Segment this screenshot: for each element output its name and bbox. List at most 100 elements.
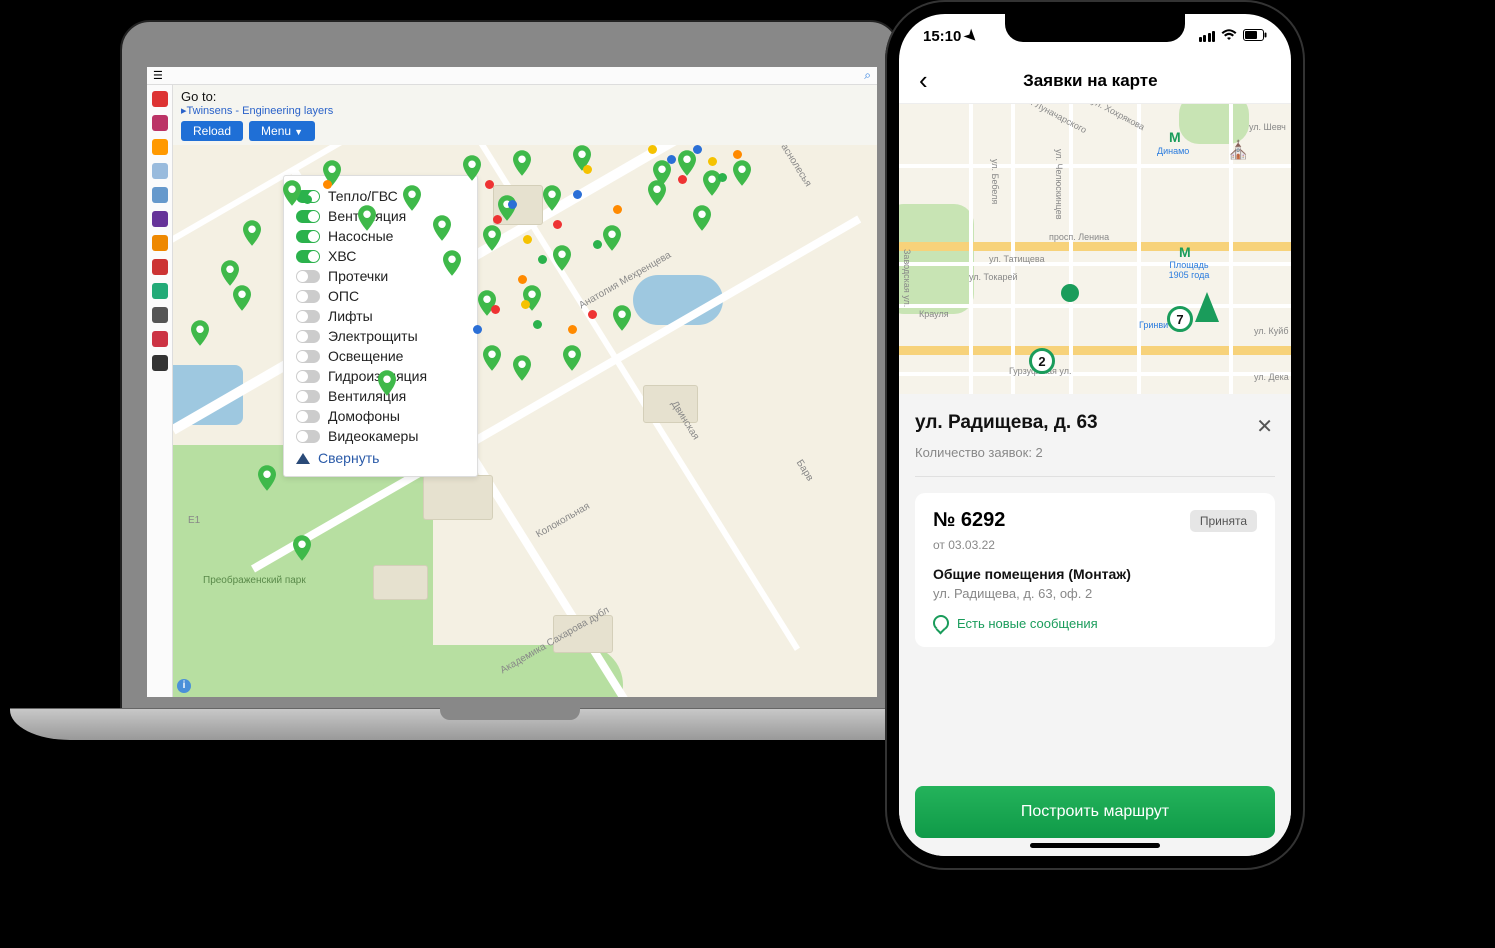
layer-toggle[interactable]: [296, 430, 320, 443]
reload-button[interactable]: Reload: [181, 121, 243, 141]
map-pin[interactable]: [693, 205, 711, 231]
sidebar-icon-0[interactable]: [152, 91, 168, 107]
layer-toggle[interactable]: [296, 210, 320, 223]
layer-row[interactable]: Домофоны: [296, 406, 465, 426]
search-icon[interactable]: ⌕: [864, 68, 871, 83]
breadcrumb[interactable]: ▸Twinsens - Engineering layers: [173, 104, 877, 117]
map-dot[interactable]: [538, 255, 547, 264]
sidebar-icon-2[interactable]: [152, 139, 168, 155]
map-dot[interactable]: [523, 235, 532, 244]
map-dot[interactable]: [553, 220, 562, 229]
map-pin[interactable]: [553, 245, 571, 271]
map-dot[interactable]: [493, 215, 502, 224]
map-dot[interactable]: [323, 180, 332, 189]
map-pin[interactable]: [293, 535, 311, 561]
sidebar-icon-3[interactable]: [152, 163, 168, 179]
layer-toggle[interactable]: [296, 370, 320, 383]
sidebar-icon-1[interactable]: [152, 115, 168, 131]
map-pin[interactable]: [463, 155, 481, 181]
map-dot[interactable]: [678, 175, 687, 184]
map-pin[interactable]: [443, 250, 461, 276]
map-dot[interactable]: [593, 240, 602, 249]
layer-toggle[interactable]: [296, 390, 320, 403]
map-dot[interactable]: [708, 157, 717, 166]
map-pin[interactable]: [378, 370, 396, 396]
map-dot[interactable]: [521, 300, 530, 309]
map-dot[interactable]: [485, 180, 494, 189]
map-pin[interactable]: [433, 215, 451, 241]
map-dot[interactable]: [508, 200, 517, 209]
map-dot[interactable]: [588, 310, 597, 319]
desktop-map[interactable]: Преображенский парк: [173, 145, 877, 697]
map-pin[interactable]: [483, 345, 501, 371]
sidebar-icon-11[interactable]: [152, 355, 168, 371]
map-dot[interactable]: [303, 195, 312, 204]
layer-row[interactable]: Электрощиты: [296, 326, 465, 346]
map-pin[interactable]: [513, 150, 531, 176]
map-dot[interactable]: [693, 145, 702, 154]
layer-toggle[interactable]: [296, 410, 320, 423]
collapse-row[interactable]: Свернуть: [296, 446, 465, 466]
sidebar-icon-5[interactable]: [152, 211, 168, 227]
map-pin[interactable]: [613, 305, 631, 331]
map-dot[interactable]: [573, 190, 582, 199]
layer-toggle[interactable]: [296, 350, 320, 363]
build-route-button[interactable]: Построить маршрут: [915, 786, 1275, 838]
map-pin[interactable]: [678, 150, 696, 176]
sidebar-icon-7[interactable]: [152, 259, 168, 275]
map-dot[interactable]: [491, 305, 500, 314]
map-pin[interactable]: [243, 220, 261, 246]
map-pin[interactable]: [653, 160, 671, 186]
home-indicator[interactable]: [1030, 843, 1160, 848]
map-pin[interactable]: [513, 355, 531, 381]
map-pin[interactable]: [563, 345, 581, 371]
map-dot[interactable]: [667, 155, 676, 164]
layer-toggle[interactable]: [296, 330, 320, 343]
map-pin[interactable]: [403, 185, 421, 211]
map-dot[interactable]: [648, 145, 657, 154]
menu-button[interactable]: Menu▼: [249, 121, 315, 141]
map-dot[interactable]: [473, 325, 482, 334]
layer-row[interactable]: Освещение: [296, 346, 465, 366]
map-cluster[interactable]: 2: [1029, 348, 1055, 374]
layer-toggle[interactable]: [296, 230, 320, 243]
map-pin[interactable]: [191, 320, 209, 346]
map-dot[interactable]: [533, 320, 542, 329]
map-cluster[interactable]: 7: [1167, 306, 1193, 332]
back-icon[interactable]: ‹: [913, 65, 934, 96]
map-pin[interactable]: [283, 180, 301, 206]
map-pin[interactable]: [258, 465, 276, 491]
map-dot[interactable]: [733, 150, 742, 159]
layer-row[interactable]: ОПС: [296, 286, 465, 306]
sidebar-icon-6[interactable]: [152, 235, 168, 251]
map-dot[interactable]: [718, 173, 727, 182]
new-messages-row[interactable]: Есть новые сообщения: [933, 615, 1257, 631]
layer-row[interactable]: Протечки: [296, 266, 465, 286]
layer-row[interactable]: Тепло/ГВС: [296, 186, 465, 206]
map-dot[interactable]: [583, 165, 592, 174]
request-card[interactable]: № 6292 Принята от 03.03.22 Общие помещен…: [915, 493, 1275, 647]
map-dot[interactable]: [613, 205, 622, 214]
layer-toggle[interactable]: [296, 310, 320, 323]
info-icon[interactable]: i: [177, 679, 191, 693]
map-pin[interactable]: [733, 160, 751, 186]
map-pin[interactable]: [358, 205, 376, 231]
map-pin[interactable]: [603, 225, 621, 251]
layer-toggle[interactable]: [296, 270, 320, 283]
map-pin[interactable]: [221, 260, 239, 286]
layer-toggle[interactable]: [296, 290, 320, 303]
layer-row[interactable]: ХВС: [296, 246, 465, 266]
sidebar-icon-9[interactable]: [152, 307, 168, 323]
layer-toggle[interactable]: [296, 250, 320, 263]
map-dot[interactable]: [568, 325, 577, 334]
layer-row[interactable]: Видеокамеры: [296, 426, 465, 446]
map-pin[interactable]: [543, 185, 561, 211]
sidebar-icon-8[interactable]: [152, 283, 168, 299]
map-pin[interactable]: [483, 225, 501, 251]
layer-row[interactable]: Лифты: [296, 306, 465, 326]
phone-map[interactable]: ул. Луначарского ул. Хохрякова ул. Шевч …: [899, 104, 1291, 394]
map-pin[interactable]: [233, 285, 251, 311]
map-dot[interactable]: [518, 275, 527, 284]
sidebar-icon-10[interactable]: [152, 331, 168, 347]
close-icon[interactable]: ✕: [1254, 412, 1275, 441]
